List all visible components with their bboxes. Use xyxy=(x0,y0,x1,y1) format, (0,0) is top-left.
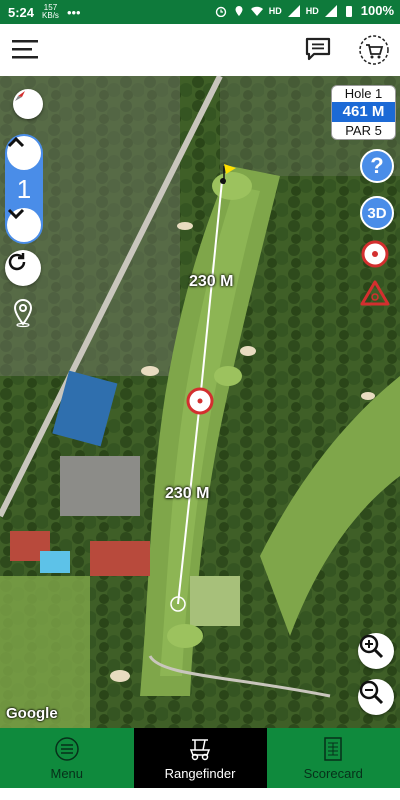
help-button[interactable]: ? xyxy=(360,149,394,183)
refresh-icon xyxy=(8,253,26,271)
hamburger-icon[interactable] xyxy=(12,37,40,63)
hole-info-panel[interactable]: Hole 1 461 M PAR 5 xyxy=(331,85,396,140)
chat-icon[interactable] xyxy=(304,35,332,63)
hole-label: Hole 1 xyxy=(344,86,383,101)
hazard-warning-icon xyxy=(360,280,390,306)
shop-cart-icon[interactable] xyxy=(358,34,390,66)
status-bar: 5:24 157 KB/s ••• HD HD 100% xyxy=(0,0,400,24)
wifi-icon xyxy=(250,6,263,16)
location-pin-button[interactable] xyxy=(11,298,35,328)
battery-icon xyxy=(345,5,352,17)
hole-number: 1 xyxy=(16,174,32,204)
zoom-out-button[interactable] xyxy=(358,679,394,715)
nav-scorecard-label: Scorecard xyxy=(303,765,363,781)
network-speed: 157 KB/s xyxy=(42,4,59,20)
satellite-map-image xyxy=(0,76,400,728)
hole-stepper: 1 xyxy=(5,134,43,244)
network-type-2: HD xyxy=(305,5,319,16)
notification-dots-icon: ••• xyxy=(66,4,81,20)
zoom-in-icon xyxy=(359,634,384,659)
distance-to-target-label: 230 M xyxy=(165,485,210,502)
bottom-navigation: Menu Rangefinder Scorecard xyxy=(0,728,400,788)
app-header xyxy=(0,24,400,76)
signal-icon-2 xyxy=(324,4,337,17)
refresh-button[interactable] xyxy=(5,250,41,286)
target-icon xyxy=(361,240,389,268)
zoom-out-icon xyxy=(359,680,384,705)
par-label: PAR 5 xyxy=(345,123,382,138)
menu-circle-icon xyxy=(55,736,79,761)
scorecard-icon xyxy=(324,736,342,761)
target-marker-icon[interactable] xyxy=(186,387,214,415)
network-speed-unit: KB/s xyxy=(42,11,59,20)
course-map[interactable]: 230 M 230 M 1 Hole 1 461 M PAR 5 ? 3D Go… xyxy=(0,76,400,728)
nav-rangefinder-label: Rangefinder xyxy=(164,765,236,781)
view-3d-button[interactable]: 3D xyxy=(360,196,394,230)
nav-menu-label: Menu xyxy=(50,765,84,781)
target-button[interactable] xyxy=(360,239,394,273)
zoom-in-button[interactable] xyxy=(358,633,394,669)
location-pin-icon xyxy=(13,298,33,328)
compass-icon[interactable] xyxy=(13,89,43,119)
system-nav-bar xyxy=(0,788,400,800)
nav-menu[interactable]: Menu xyxy=(0,728,134,788)
network-type-1: HD xyxy=(268,5,282,16)
nav-rangefinder[interactable]: Rangefinder xyxy=(133,728,267,788)
location-icon xyxy=(235,5,243,16)
previous-hole-button[interactable] xyxy=(7,208,41,242)
status-time: 5:24 xyxy=(8,4,35,20)
google-attribution: Google xyxy=(6,705,58,722)
hazard-button[interactable] xyxy=(360,279,394,313)
signal-icon xyxy=(287,4,300,17)
nav-scorecard[interactable]: Scorecard xyxy=(267,728,400,788)
next-hole-button[interactable] xyxy=(7,136,41,170)
chevron-up-icon xyxy=(7,136,25,148)
distance-to-green-label: 230 M xyxy=(189,273,234,290)
alarm-icon xyxy=(215,6,226,17)
hole-distance: 461 M xyxy=(332,102,395,122)
battery-level: 100% xyxy=(360,3,394,18)
chevron-down-icon xyxy=(7,208,25,220)
golf-cart-icon xyxy=(189,738,211,760)
